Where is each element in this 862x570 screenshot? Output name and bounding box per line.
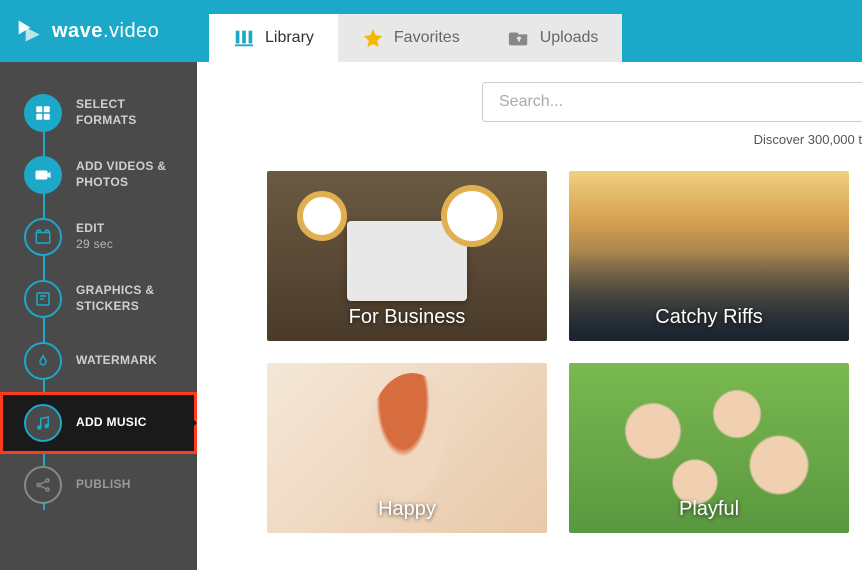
step-label: ADD VIDEOS & PHOTOS xyxy=(76,159,181,190)
step-label: GRAPHICS & STICKERS xyxy=(76,283,181,314)
edit-icon xyxy=(24,218,62,256)
graphics-icon xyxy=(24,280,62,318)
tab-label: Library xyxy=(265,29,314,47)
card-playful[interactable]: Playful xyxy=(569,363,849,533)
music-icon xyxy=(24,404,62,442)
video-icon xyxy=(24,156,62,194)
search-area: Discover 300,000 t xyxy=(197,62,862,151)
step-label: ADD MUSIC xyxy=(76,415,147,431)
tab-bar: Library Favorites Uploads xyxy=(197,0,862,62)
step-list: SELECT FORMATS ADD VIDEOS & PHOTOS EDIT2… xyxy=(0,62,197,570)
step-add-music[interactable]: ADD MUSIC xyxy=(0,392,197,454)
step-add-videos[interactable]: ADD VIDEOS & PHOTOS xyxy=(0,144,197,206)
step-watermark[interactable]: WATERMARK xyxy=(0,330,197,392)
discover-text: Discover 300,000 t xyxy=(754,132,862,147)
upload-icon xyxy=(508,27,530,49)
logo[interactable]: wave.video xyxy=(0,0,197,62)
step-publish[interactable]: PUBLISH xyxy=(0,454,197,516)
formats-icon xyxy=(24,94,62,132)
watermark-icon xyxy=(24,342,62,380)
tab-uploads[interactable]: Uploads xyxy=(484,14,623,62)
card-label: Catchy Riffs xyxy=(569,306,849,329)
library-icon xyxy=(233,27,255,49)
tab-label: Favorites xyxy=(394,29,460,47)
card-label: Happy xyxy=(267,498,547,521)
tab-library[interactable]: Library xyxy=(209,14,338,62)
logo-text: wave.video xyxy=(52,20,159,43)
step-graphics[interactable]: GRAPHICS & STICKERS xyxy=(0,268,197,330)
step-label: PUBLISH xyxy=(76,477,131,493)
category-grid: For Business Catchy Riffs Happy Playful xyxy=(197,151,862,553)
main-content: Library Favorites Uploads Discover 300,0… xyxy=(197,0,862,570)
step-label: SELECT FORMATS xyxy=(76,97,181,128)
step-label: EDIT29 sec xyxy=(76,221,113,252)
step-edit[interactable]: EDIT29 sec xyxy=(0,206,197,268)
tab-label: Uploads xyxy=(540,29,599,47)
card-for-business[interactable]: For Business xyxy=(267,171,547,341)
tab-favorites[interactable]: Favorites xyxy=(338,14,484,62)
card-catchy-riffs[interactable]: Catchy Riffs xyxy=(569,171,849,341)
share-icon xyxy=(24,466,62,504)
star-icon xyxy=(362,27,384,49)
search-input[interactable] xyxy=(482,82,862,122)
sidebar: wave.video SELECT FORMATS ADD VIDEOS & P… xyxy=(0,0,197,570)
card-happy[interactable]: Happy xyxy=(267,363,547,533)
card-label: Playful xyxy=(569,498,849,521)
play-icon xyxy=(14,17,42,45)
card-label: For Business xyxy=(267,306,547,329)
step-select-formats[interactable]: SELECT FORMATS xyxy=(0,82,197,144)
step-label: WATERMARK xyxy=(76,353,157,369)
